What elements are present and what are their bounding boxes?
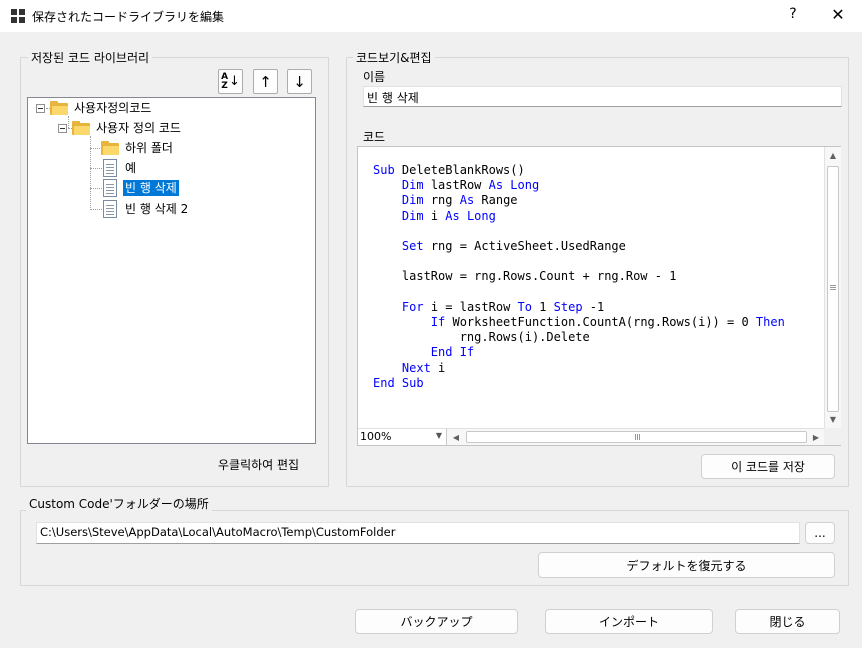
folder-icon — [72, 121, 90, 135]
code-keyword: Next — [401, 360, 431, 375]
code-keyword: Dim — [401, 193, 424, 208]
tree-item-root[interactable]: 사용자정의코드 — [36, 99, 153, 117]
library-tree[interactable]: 사용자정의코드 사용자 정의 코드 하위 폴더 예 빈 행 삭제 빈 행 삭제 … — [27, 97, 316, 444]
close-button[interactable]: 閉じる — [735, 609, 840, 634]
sort-button[interactable]: A Z ↓ — [218, 69, 243, 94]
code-keyword: As Long — [445, 208, 496, 223]
document-icon — [103, 159, 117, 177]
code-token: WorksheetFunction.CountA(rng.Rows(i)) = … — [445, 315, 756, 330]
code-keyword: If — [430, 315, 446, 330]
zoom-value: 100% — [360, 430, 392, 443]
code-token: Range — [474, 193, 518, 208]
scroll-up-icon[interactable]: ▲ — [825, 147, 841, 164]
scroll-corner — [824, 428, 841, 445]
tree-item-label: 빈 행 삭제 2 — [125, 202, 189, 216]
code-keyword: Then — [755, 315, 785, 330]
code-token: rng — [423, 193, 460, 208]
code-keyword: Step — [553, 299, 583, 314]
code-keyword: Set — [401, 239, 424, 254]
code-token: i — [423, 208, 446, 223]
code-token: lastRow = rng.Rows.Count + rng.Row - 1 — [373, 269, 677, 284]
scroll-down-icon[interactable]: ▼ — [825, 411, 841, 428]
code-token: lastRow — [423, 178, 489, 193]
code-editor[interactable]: Sub DeleteBlankRows() Dim lastRow As Lon… — [357, 146, 841, 446]
code-bottom-bar: 100% ▼ ◀ ▶ — [358, 428, 824, 445]
arrow-down-icon: ↓ — [293, 72, 306, 91]
code-keyword: End If — [430, 345, 475, 360]
chevron-down-icon: ▼ — [435, 431, 442, 440]
move-down-button[interactable]: ↓ — [287, 69, 312, 94]
backup-button[interactable]: バックアップ — [355, 609, 518, 634]
folder-icon — [50, 101, 68, 115]
zoom-select[interactable]: 100% ▼ — [358, 429, 447, 445]
code-keyword: To — [517, 299, 532, 314]
window-title: 保存されたコードライブラリを編集 — [32, 10, 225, 24]
scroll-right-icon[interactable]: ▶ — [810, 429, 822, 446]
code-legend: 코드보기&편집 — [353, 49, 435, 66]
code-token: i = lastRow — [423, 299, 518, 314]
vertical-scrollbar[interactable]: ▲ ▼ — [824, 147, 841, 428]
tree-item-folder[interactable]: 사용자 정의 코드 — [58, 119, 183, 137]
folder-icon — [101, 141, 119, 155]
scroll-left-icon[interactable]: ◀ — [450, 429, 462, 446]
code-token: i — [430, 360, 446, 375]
code-token: -1 — [582, 299, 605, 314]
code-keyword: For — [401, 299, 424, 314]
document-icon — [103, 179, 117, 197]
code-keyword: As Long — [488, 178, 540, 193]
save-code-button[interactable]: 이 코드를 저장 — [701, 454, 835, 479]
document-icon — [103, 200, 117, 218]
collapse-icon[interactable] — [36, 103, 45, 113]
tree-item-label: 빈 행 삭제 — [123, 180, 179, 196]
code-token: rng = ActiveSheet.UsedRange — [423, 239, 626, 254]
tree-item-label: 예 — [125, 161, 137, 175]
arrow-up-icon: ↑ — [259, 72, 272, 91]
code-text[interactable]: Sub DeleteBlankRows() Dim lastRow As Lon… — [373, 163, 785, 391]
close-window-button[interactable]: ✕ — [830, 5, 846, 24]
tree-item-label: 사용자정의코드 — [74, 101, 152, 115]
browse-button[interactable]: ... — [805, 522, 835, 544]
code-keyword: Sub — [373, 163, 395, 177]
code-label: 코드 — [363, 130, 386, 144]
tree-item-delete-blank-rows-2[interactable]: 빈 행 삭제 2 — [103, 200, 190, 218]
import-button[interactable]: インポート — [545, 609, 713, 634]
code-keyword: As — [459, 193, 475, 208]
code-token: rng.Rows(i).Delete — [373, 330, 590, 345]
tree-item-subfolder[interactable]: 하위 폴더 — [101, 139, 175, 157]
tree-item-label: 사용자 정의 코드 — [96, 121, 181, 135]
app-icon — [11, 9, 25, 23]
code-token: 1 — [531, 299, 554, 314]
name-label: 이름 — [363, 70, 386, 84]
right-click-hint: 우클릭하여 편집 — [218, 458, 300, 472]
code-keyword: Dim — [401, 178, 424, 193]
horizontal-scroll-thumb[interactable] — [466, 431, 807, 443]
name-field[interactable]: 빈 행 삭제 — [363, 86, 842, 107]
sort-az-icon: AZ — [221, 71, 229, 91]
code-keyword: Dim — [401, 208, 424, 223]
move-up-button[interactable]: ↑ — [253, 69, 278, 94]
library-legend: 저장된 코드 라이브러리 — [28, 49, 153, 66]
restore-default-button[interactable]: デフォルトを復元する — [538, 552, 835, 578]
code-keyword: End Sub — [373, 375, 424, 390]
code-token: DeleteBlankRows() — [394, 163, 525, 177]
folder-path-field[interactable]: C:\Users\Steve\AppData\Local\AutoMacro\T… — [36, 522, 800, 544]
tree-item-example[interactable]: 예 — [103, 159, 138, 177]
tree-item-delete-blank-rows[interactable]: 빈 행 삭제 — [103, 179, 179, 197]
tree-item-label: 하위 폴더 — [125, 141, 173, 155]
folder-legend: Custom Code'フォルダーの場所 — [26, 495, 212, 512]
vertical-scroll-thumb[interactable] — [827, 166, 839, 412]
collapse-icon[interactable] — [58, 123, 67, 133]
help-button[interactable]: ? — [786, 6, 800, 22]
